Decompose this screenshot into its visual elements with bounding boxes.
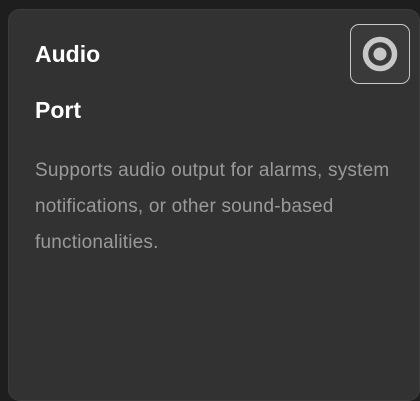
card-title: Audio Port <box>35 40 393 125</box>
card-title-line-1: Audio <box>35 41 101 67</box>
audio-port-card: Audio Port Supports audio output for ala… <box>8 9 420 401</box>
speaker-target-icon <box>350 24 410 84</box>
card-title-line-2: Port <box>35 97 81 123</box>
card-description: Supports audio output for alarms, system… <box>35 160 390 253</box>
speaker-target-icon-graphic <box>362 36 398 72</box>
